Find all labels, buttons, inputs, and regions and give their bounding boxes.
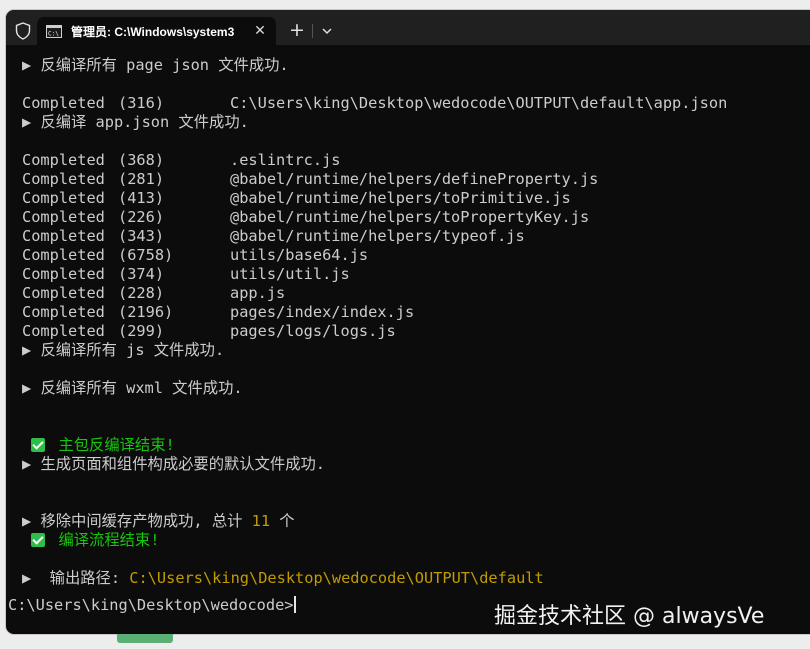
text-cursor bbox=[293, 596, 296, 613]
close-tab-icon[interactable]: ✕ bbox=[252, 23, 268, 39]
status-text: Completed bbox=[22, 284, 105, 302]
byte-count: (316) bbox=[118, 94, 165, 112]
completed-line: Completed (316) C:\Users\king\Desktop\wedo… bbox=[22, 94, 808, 113]
status-text: Completed bbox=[22, 246, 105, 264]
file-path: @babel/runtime/helpers/typeof.js bbox=[230, 227, 525, 245]
triangle-icon: ▶ bbox=[22, 56, 32, 74]
triangle-icon: ▶ bbox=[22, 379, 32, 397]
completed-line: Completed (2196) pages/index/index.js bbox=[22, 303, 808, 322]
file-path: pages/index/index.js bbox=[230, 303, 415, 321]
status-text: Completed bbox=[22, 189, 105, 207]
message-text: 反编译 app.json 文件成功. bbox=[40, 113, 249, 131]
file-path: @babel/runtime/helpers/toPropertyKey.js bbox=[230, 208, 590, 226]
info-line: ▶ 反编译所有 page json 文件成功. bbox=[22, 56, 808, 75]
tab-title: 管理员: C:\Windows\system3 bbox=[71, 25, 235, 39]
status-text: Completed bbox=[22, 94, 105, 112]
chevron-down-icon[interactable] bbox=[316, 19, 338, 43]
file-path: C:\Users\king\Desktop\wedocode\OUTPUT\de… bbox=[230, 94, 728, 112]
triangle-icon: ▶ bbox=[22, 512, 32, 530]
message-text: 反编译所有 wxml 文件成功. bbox=[40, 379, 243, 397]
success-line: 主包反编译结束! bbox=[22, 436, 808, 455]
titlebar-separator bbox=[312, 24, 313, 38]
file-path: utils/util.js bbox=[230, 265, 350, 283]
status-text: Completed bbox=[22, 227, 105, 245]
triangle-icon: ▶ bbox=[22, 113, 32, 131]
status-text: Completed bbox=[22, 151, 105, 169]
count-suffix: 个 bbox=[270, 512, 295, 530]
info-line: ▶ 反编译所有 js 文件成功. bbox=[22, 341, 808, 360]
triangle-icon: ▶ bbox=[22, 455, 32, 473]
byte-count: (226) bbox=[118, 208, 165, 226]
file-path: utils/base64.js bbox=[230, 246, 369, 264]
svg-text:C:\: C:\ bbox=[48, 31, 59, 38]
title-bar: C:\ 管理员: C:\Windows\system3 ✕ + bbox=[6, 10, 810, 46]
command-prompt-icon: C:\ bbox=[46, 25, 62, 38]
message-text: 生成页面和组件构成必要的默认文件成功. bbox=[40, 455, 325, 473]
completed-line: Completed (226) @babel/runtime/helpers/toP… bbox=[22, 208, 808, 227]
status-text: Completed bbox=[22, 303, 105, 321]
shield-icon bbox=[15, 22, 31, 40]
completed-line: Completed (343) @babel/runtime/helpers/typ… bbox=[22, 227, 808, 246]
triangle-icon: ▶ bbox=[22, 569, 32, 587]
byte-count: (6758) bbox=[118, 246, 174, 264]
status-text: Completed bbox=[22, 322, 105, 340]
command-prompt-line[interactable]: C:\Users\king\Desktop\wedocode> bbox=[8, 596, 296, 614]
success-text: 编译流程结束! bbox=[58, 531, 160, 549]
completed-line: Completed (281) @babel/runtime/helpers/def… bbox=[22, 170, 808, 189]
file-count: 11 bbox=[251, 512, 271, 530]
byte-count: (2196) bbox=[118, 303, 174, 321]
byte-count: (299) bbox=[118, 322, 165, 340]
info-line: ▶ 反编译 app.json 文件成功. bbox=[22, 113, 808, 132]
tab-administrator-cmd[interactable]: C:\ 管理员: C:\Windows\system3 ✕ bbox=[37, 17, 276, 46]
info-line: ▶ 反编译所有 wxml 文件成功. bbox=[22, 379, 808, 398]
file-path: .eslintrc.js bbox=[230, 151, 341, 169]
byte-count: (413) bbox=[118, 189, 165, 207]
completed-line: Completed (374) utils/util.js bbox=[22, 265, 808, 284]
file-path: @babel/runtime/helpers/defineProperty.js bbox=[230, 170, 599, 188]
taskbar-item[interactable] bbox=[117, 634, 173, 643]
cleanup-line: ▶ 移除中间缓存产物成功, 总计 11 个 bbox=[22, 512, 808, 531]
file-path: @babel/runtime/helpers/toPrimitive.js bbox=[230, 189, 571, 207]
completed-line: Completed (6758) utils/base64.js bbox=[22, 246, 808, 265]
message-text: 移除中间缓存产物成功, 总计 bbox=[40, 512, 252, 530]
terminal-output[interactable]: ▶ 反编译所有 page json 文件成功. Completed (316) C:\… bbox=[22, 56, 808, 588]
file-path: pages/logs/logs.js bbox=[230, 322, 396, 340]
output-path-line: ▶ 输出路径: C:\Users\king\Desktop\wedocode\O… bbox=[22, 569, 808, 588]
check-icon bbox=[31, 438, 46, 452]
status-text: Completed bbox=[22, 208, 105, 226]
file-path: app.js bbox=[230, 284, 286, 302]
prompt-path: C:\Users\king\Desktop\wedocode> bbox=[8, 596, 294, 614]
completed-line: Completed (413) @babel/runtime/helpers/toP… bbox=[22, 189, 808, 208]
terminal-window: C:\ 管理员: C:\Windows\system3 ✕ + ▶ 反编译所有 … bbox=[6, 10, 810, 634]
status-text: Completed bbox=[22, 265, 105, 283]
byte-count: (368) bbox=[118, 151, 165, 169]
byte-count: (374) bbox=[118, 265, 165, 283]
success-line: 编译流程结束! bbox=[22, 531, 808, 550]
output-label: 输出路径: bbox=[40, 569, 130, 587]
success-text: 主包反编译结束! bbox=[58, 436, 175, 454]
byte-count: (281) bbox=[118, 170, 165, 188]
output-path: C:\Users\king\Desktop\wedocode\OUTPUT\de… bbox=[129, 569, 544, 587]
message-text: 反编译所有 js 文件成功. bbox=[40, 341, 225, 359]
new-tab-button[interactable]: + bbox=[285, 19, 309, 43]
byte-count: (228) bbox=[118, 284, 165, 302]
watermark: 掘金技术社区 @ alwaysVe bbox=[494, 604, 765, 629]
status-text: Completed bbox=[22, 170, 105, 188]
completed-line: Completed (228) app.js bbox=[22, 284, 808, 303]
check-icon bbox=[31, 533, 46, 547]
completed-line: Completed (368) .eslintrc.js bbox=[22, 151, 808, 170]
triangle-icon: ▶ bbox=[22, 341, 32, 359]
completed-line: Completed (299) pages/logs/logs.js bbox=[22, 322, 808, 341]
message-text: 反编译所有 page json 文件成功. bbox=[40, 56, 289, 74]
byte-count: (343) bbox=[118, 227, 165, 245]
info-line: ▶ 生成页面和组件构成必要的默认文件成功. bbox=[22, 455, 808, 474]
